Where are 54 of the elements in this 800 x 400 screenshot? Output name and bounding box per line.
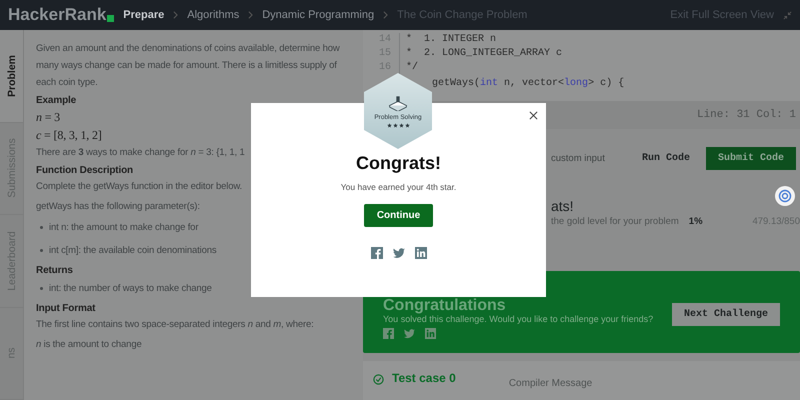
progress-text: the gold level for your problem — [551, 216, 679, 227]
continue-button[interactable]: Continue — [364, 204, 434, 227]
facebook-icon[interactable] — [383, 328, 394, 339]
next-challenge-button[interactable]: Next Challenge — [672, 303, 780, 326]
linkedin-icon[interactable] — [425, 328, 436, 339]
run-code-button[interactable]: Run Code — [636, 147, 696, 170]
progress-percent: 1% — [688, 216, 703, 227]
facebook-icon[interactable] — [370, 247, 382, 259]
bullet-item: int c[m]: the available coin denominations — [49, 244, 216, 258]
custom-input-label[interactable]: custom input — [551, 153, 605, 164]
math-formula: n = 3 — [36, 110, 60, 124]
section-heading: Example — [36, 95, 76, 106]
chevron-icon — [173, 11, 178, 19]
chevron-icon — [248, 11, 254, 19]
section-heading: Returns — [36, 265, 73, 276]
submit-code-button[interactable]: Submit Code — [706, 147, 796, 170]
cursor-position: Line: 31 Col: 1 — [696, 109, 796, 121]
problem-text: Complete the getWays function in the editor below. — [36, 181, 242, 192]
breadcrumb-link[interactable]: Prepare — [123, 9, 164, 21]
check-circle-icon — [373, 374, 384, 385]
section-heading: Function Description — [36, 165, 134, 176]
section-heading: Input Format — [36, 303, 96, 314]
problem-text: There are 3 ways to make change for n = 3: {1, 1, 1 — [36, 147, 245, 158]
collapse-icon[interactable] — [783, 10, 792, 20]
dialog-message: You have earned your 4th star. — [340, 182, 456, 192]
chevron-icon — [383, 11, 388, 19]
side-tab[interactable]: Problem — [0, 30, 23, 122]
bullet-item: int n: the amount to make change for — [49, 221, 198, 235]
banner-text: You solved this challenge. Would you like to challenge your friends? — [383, 314, 654, 324]
bird-icon[interactable] — [392, 247, 404, 259]
bird-icon[interactable] — [404, 328, 415, 339]
math-formula: c = [8, 3, 1, 2] — [36, 128, 102, 142]
bullet-dot — [40, 249, 43, 252]
bullet-item: int: the number of ways to make change — [49, 282, 212, 296]
swirl-icon — [778, 189, 792, 203]
bullet-dot — [40, 287, 43, 290]
breadcrumb-link[interactable]: Algorithms — [187, 9, 240, 21]
problem-text: n is the amount to change — [36, 339, 142, 350]
logo[interactable]: HackerRank — [8, 5, 114, 25]
dialog-title: Congrats! — [356, 153, 441, 174]
code-line: * 2. LONG_INTEGER_ARRAY c — [406, 47, 562, 61]
bullet-dot — [40, 226, 43, 229]
problem-text: getWays has the following parameter(s): — [36, 201, 200, 212]
banner-title: Congratulations — [383, 297, 507, 314]
code-line: */ — [406, 61, 418, 75]
code-line: * 1. INTEGER n — [406, 33, 496, 47]
problem-text: Given an amount and the denominations of coins available, determine how many ways change can be made for amount. There is a limitless supply of each coin type. — [36, 43, 340, 88]
compiler-message-label: Compiler Message — [508, 378, 592, 389]
breadcrumb-link[interactable]: Dynamic Programming — [262, 9, 374, 21]
linkedin-icon[interactable] — [414, 247, 426, 259]
close-icon[interactable] — [529, 111, 538, 120]
code-line: getWays(int n, vector<long> c) { — [432, 77, 624, 91]
progress-title: ats! — [551, 198, 574, 214]
problem-text: The first line contains two space-separated integers n and m, where: — [36, 319, 314, 330]
